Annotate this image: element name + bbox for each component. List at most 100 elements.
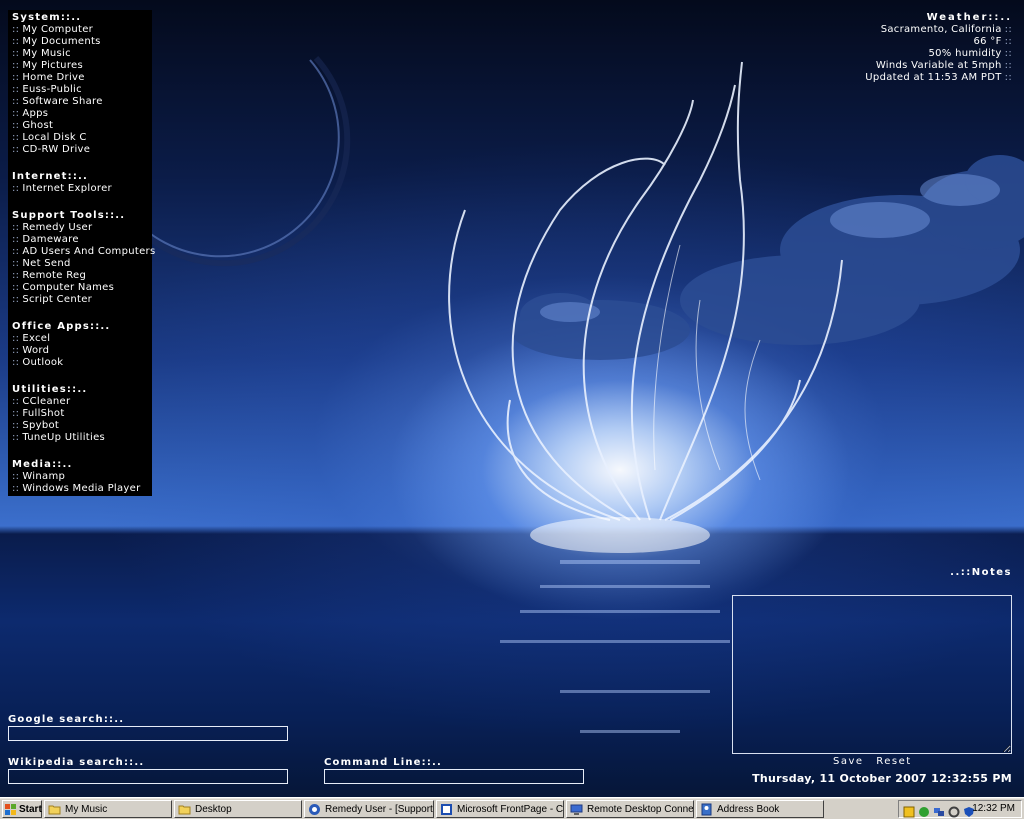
taskbar-button-label: Microsoft FrontPage - C:\...	[457, 803, 564, 815]
launcher-link-label: Net Send	[22, 258, 71, 269]
launcher-link-label: Euss-Public	[22, 84, 82, 95]
launcher-link-label: Outlook	[22, 357, 64, 368]
tray-status-icon[interactable]	[918, 803, 930, 817]
folder-icon	[178, 803, 191, 816]
tray-settings-icon[interactable]	[948, 803, 960, 818]
launcher-link[interactable]: :: Remote Reg	[12, 270, 152, 282]
launcher-bullet: ::	[12, 96, 20, 107]
launcher-link[interactable]: :: Computer Names	[12, 282, 152, 294]
launcher-link[interactable]: :: Excel	[12, 333, 152, 345]
launcher-link[interactable]: :: Spybot	[12, 420, 152, 432]
taskbar-button[interactable]: My Music	[44, 800, 172, 818]
launcher-bullet: ::	[12, 36, 20, 47]
taskbar-button[interactable]: Remote Desktop Connecti...	[566, 800, 694, 818]
weather-line-suffix: ::	[1004, 48, 1012, 59]
weather-line-text: Winds Variable at 5mph	[875, 60, 1002, 71]
launcher-link[interactable]: :: Word	[12, 345, 152, 357]
launcher-link[interactable]: :: Software Share	[12, 96, 152, 108]
weather-line-suffix: ::	[1004, 72, 1012, 83]
taskbar-button[interactable]: Remedy User - [Support2...	[304, 800, 434, 818]
launcher-link[interactable]: :: CCleaner	[12, 396, 152, 408]
notes-save-button[interactable]: Save	[833, 756, 864, 767]
taskbar-button-label: Remote Desktop Connecti...	[587, 803, 694, 815]
launcher-bullet: ::	[12, 294, 20, 305]
launcher-link[interactable]: :: Dameware	[12, 234, 152, 246]
launcher-link-label: AD Users And Computers	[22, 246, 156, 257]
tray-app-icon[interactable]	[903, 803, 915, 818]
launcher-link-label: Home Drive	[22, 72, 85, 83]
command-line-input[interactable]	[324, 769, 584, 784]
launcher-bullet: ::	[12, 258, 20, 269]
launcher-link[interactable]: :: Remedy User	[12, 222, 152, 234]
weather-line: Sacramento, California::	[752, 24, 1012, 36]
launcher-bullet: ::	[12, 432, 20, 443]
launcher-link[interactable]: :: Winamp	[12, 471, 152, 483]
weather-line-suffix: ::	[1004, 60, 1012, 71]
launcher-link[interactable]: :: My Documents	[12, 36, 152, 48]
launcher-group: Media::..:: Winamp:: Windows Media Player	[12, 459, 152, 495]
notes-reset-button[interactable]: Reset	[876, 756, 911, 767]
launcher-link[interactable]: :: Ghost	[12, 120, 152, 132]
start-label: Start	[19, 803, 42, 815]
taskbar-button[interactable]: Desktop	[174, 800, 302, 818]
launcher-link[interactable]: :: Net Send	[12, 258, 152, 270]
launcher-bullet: ::	[12, 48, 20, 59]
start-button[interactable]: Start	[2, 800, 42, 818]
launcher-group-title: System::..	[12, 12, 82, 23]
taskbar-button[interactable]: Address Book	[696, 800, 824, 818]
launcher-link-label: TuneUp Utilities	[22, 432, 106, 443]
launcher-link[interactable]: :: Euss-Public	[12, 84, 152, 96]
launcher-link-label: Winamp	[22, 471, 66, 482]
launcher-link-label: CCleaner	[22, 396, 71, 407]
launcher-link[interactable]: :: CD-RW Drive	[12, 144, 152, 156]
launcher-link[interactable]: :: FullShot	[12, 408, 152, 420]
launcher-bullet: ::	[12, 60, 20, 71]
launcher-link[interactable]: :: My Pictures	[12, 60, 152, 72]
weather-line-text: Sacramento, California	[880, 24, 1002, 35]
google-search-input[interactable]	[8, 726, 288, 741]
launcher-link[interactable]: :: TuneUp Utilities	[12, 432, 152, 444]
launcher-bullet: ::	[12, 333, 20, 344]
launcher-group: Internet::..:: Internet Explorer	[12, 171, 152, 195]
launcher-link-label: My Documents	[22, 36, 101, 47]
launcher-link-label: Windows Media Player	[22, 483, 141, 494]
taskbar-button-label: Address Book	[717, 803, 780, 815]
wikipedia-search-input[interactable]	[8, 769, 288, 784]
launcher-link-label: Excel	[22, 333, 51, 344]
tray-network-icon[interactable]	[933, 803, 945, 816]
launcher-group: Office Apps::..:: Excel:: Word:: Outlook	[12, 321, 152, 369]
date-time-display: Thursday, 11 October 2007 12:32:55 PM	[752, 772, 1012, 785]
launcher-bullet: ::	[12, 246, 20, 257]
launcher-link-label: Spybot	[22, 420, 60, 431]
launcher-bullet: ::	[12, 471, 20, 482]
windows-logo-icon	[5, 803, 16, 815]
weather-line: 50% humidity::	[752, 48, 1012, 60]
launcher-bullet: ::	[12, 24, 20, 35]
weather-line-suffix: ::	[1004, 36, 1012, 47]
notes-textarea[interactable]	[732, 595, 1012, 754]
wikipedia-search-label: Wikipedia search::..	[8, 757, 145, 768]
launcher-link[interactable]: :: AD Users And Computers	[12, 246, 156, 258]
launcher-bullet: ::	[12, 408, 20, 419]
launcher-link[interactable]: :: Outlook	[12, 357, 152, 369]
launcher-link[interactable]: :: Windows Media Player	[12, 483, 152, 495]
launcher-bullet: ::	[12, 483, 20, 494]
launcher-link[interactable]: :: Apps	[12, 108, 152, 120]
taskbar-button-label: Desktop	[195, 803, 232, 815]
launcher-link[interactable]: :: My Music	[12, 48, 152, 60]
taskbar-clock[interactable]: 12:32 PM	[972, 803, 1015, 814]
command-line-label: Command Line::..	[324, 757, 443, 768]
weather-line: Updated at 11:53 AM PDT::	[752, 72, 1012, 84]
launcher-bullet: ::	[12, 420, 20, 431]
launcher-link[interactable]: :: Local Disk C	[12, 132, 152, 144]
launcher-link[interactable]: :: Internet Explorer	[12, 183, 152, 195]
launcher-bullet: ::	[12, 270, 20, 281]
launcher-link-label: Dameware	[22, 234, 79, 245]
launcher-link[interactable]: :: Script Center	[12, 294, 152, 306]
launcher-bullet: ::	[12, 345, 20, 356]
launcher-link[interactable]: :: My Computer	[12, 24, 152, 36]
launcher-link[interactable]: :: Home Drive	[12, 72, 152, 84]
launcher-bullet: ::	[12, 84, 20, 95]
taskbar-button[interactable]: Microsoft FrontPage - C:\...	[436, 800, 564, 818]
notes-actions: Save Reset	[833, 756, 920, 767]
